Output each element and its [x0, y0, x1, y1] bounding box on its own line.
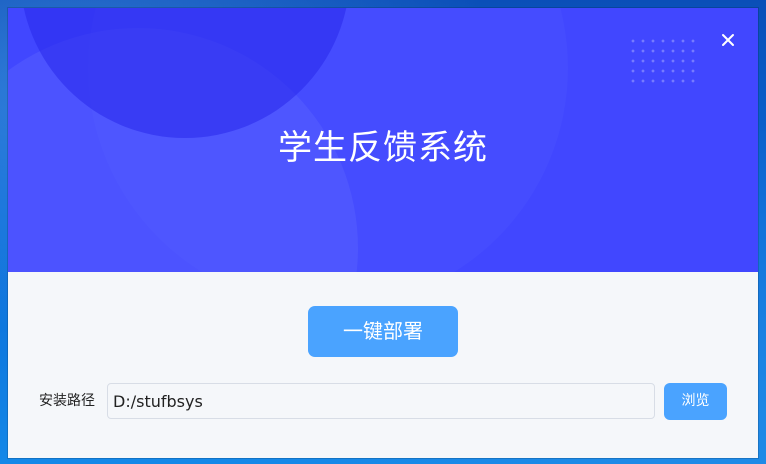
one-click-deploy-button[interactable]: 一键部署	[308, 306, 458, 357]
installer-window: 学生反馈系统 一键部署 安装路径 浏览	[8, 8, 758, 458]
browse-button[interactable]: 浏览	[664, 383, 727, 420]
banner-dot-pattern	[628, 36, 698, 86]
install-path-input[interactable]	[107, 383, 655, 419]
app-title: 学生反馈系统	[278, 128, 488, 168]
header-banner: 学生反馈系统	[8, 8, 758, 272]
close-icon	[722, 34, 734, 46]
install-path-label: 安装路径	[39, 393, 95, 409]
close-button[interactable]	[716, 28, 740, 52]
